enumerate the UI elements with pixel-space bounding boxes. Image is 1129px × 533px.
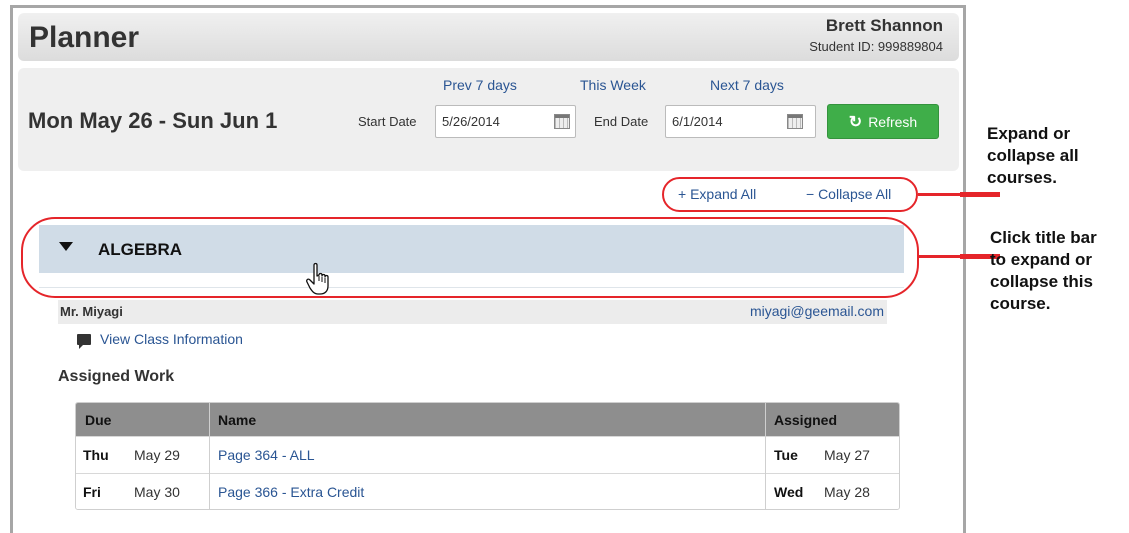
teacher-email-link[interactable]: miyagi@geemail.com xyxy=(750,303,884,319)
callout-line: Expand or xyxy=(987,124,1071,143)
this-week-link[interactable]: This Week xyxy=(580,77,646,93)
due-day: Thu xyxy=(83,447,109,463)
assigned-work-heading: Assigned Work xyxy=(58,368,175,385)
due-date: May 30 xyxy=(134,484,180,500)
table-row: Thu May 29 Page 364 - ALL Tue May 27 xyxy=(76,436,899,473)
column-divider xyxy=(209,403,210,509)
refresh-label: Refresh xyxy=(868,113,918,130)
callout-line: Click title bar xyxy=(990,228,1097,247)
callout-pointer-tip xyxy=(960,192,1000,197)
callout-pointer-line xyxy=(918,255,961,258)
date-range-bar: Prev 7 days This Week Next 7 days Mon Ma… xyxy=(18,68,959,171)
date-range-title: Mon May 26 - Sun Jun 1 xyxy=(28,108,278,133)
prev-7-days-link[interactable]: Prev 7 days xyxy=(443,77,517,93)
calendar-icon[interactable] xyxy=(787,114,803,129)
column-header-due[interactable]: Due xyxy=(85,412,111,428)
page-title: Planner xyxy=(29,21,140,54)
planner-header: Planner Brett Shannon Student ID: 999889… xyxy=(18,13,959,61)
next-7-days-link[interactable]: Next 7 days xyxy=(710,77,784,93)
expand-collapse-highlight xyxy=(662,177,918,212)
refresh-button[interactable]: ↻ Refresh xyxy=(827,104,939,139)
table-row: Fri May 30 Page 366 - Extra Credit Wed M… xyxy=(76,473,899,509)
due-day: Fri xyxy=(83,484,101,500)
due-date: May 29 xyxy=(134,447,180,463)
student-id: Student ID: 999889804 xyxy=(809,39,943,54)
column-header-assigned[interactable]: Assigned xyxy=(774,412,837,428)
callout-line: collapse all xyxy=(987,146,1079,165)
callout-line: courses. xyxy=(987,168,1057,187)
assigned-day: Tue xyxy=(774,447,798,463)
assigned-day: Wed xyxy=(774,484,804,500)
column-header-name[interactable]: Name xyxy=(218,412,256,428)
assignment-link[interactable]: Page 364 - ALL xyxy=(218,447,315,463)
assigned-date: May 27 xyxy=(824,447,870,463)
callout-pointer-line xyxy=(918,193,961,196)
teacher-row: Mr. Miyagi miyagi@geemail.com xyxy=(58,300,887,324)
user-name: Brett Shannon xyxy=(825,16,943,35)
speech-bubble-icon xyxy=(77,333,91,349)
calendar-icon[interactable] xyxy=(554,114,570,129)
refresh-icon: ↻ xyxy=(848,113,863,131)
callout-line: to expand or xyxy=(990,250,1093,269)
class-info-label: View Class Information xyxy=(100,331,243,347)
expand-collapse-callout: Expand or collapse all courses. xyxy=(987,123,1079,189)
title-bar-highlight xyxy=(21,217,919,298)
table-header: Due Name Assigned xyxy=(76,403,899,436)
column-divider xyxy=(765,403,766,509)
callout-line: collapse this xyxy=(990,272,1093,291)
view-class-information-link[interactable]: View Class Information xyxy=(77,331,243,349)
callout-line: course. xyxy=(990,294,1051,313)
start-date-label: Start Date xyxy=(358,114,417,129)
end-date-label: End Date xyxy=(594,114,649,129)
assigned-date: May 28 xyxy=(824,484,870,500)
assignment-link[interactable]: Page 366 - Extra Credit xyxy=(218,484,364,500)
title-bar-callout: Click title bar to expand or collapse th… xyxy=(990,227,1097,315)
teacher-name: Mr. Miyagi xyxy=(60,304,123,319)
assigned-work-table: Due Name Assigned Thu May 29 Page 364 - … xyxy=(75,402,900,510)
